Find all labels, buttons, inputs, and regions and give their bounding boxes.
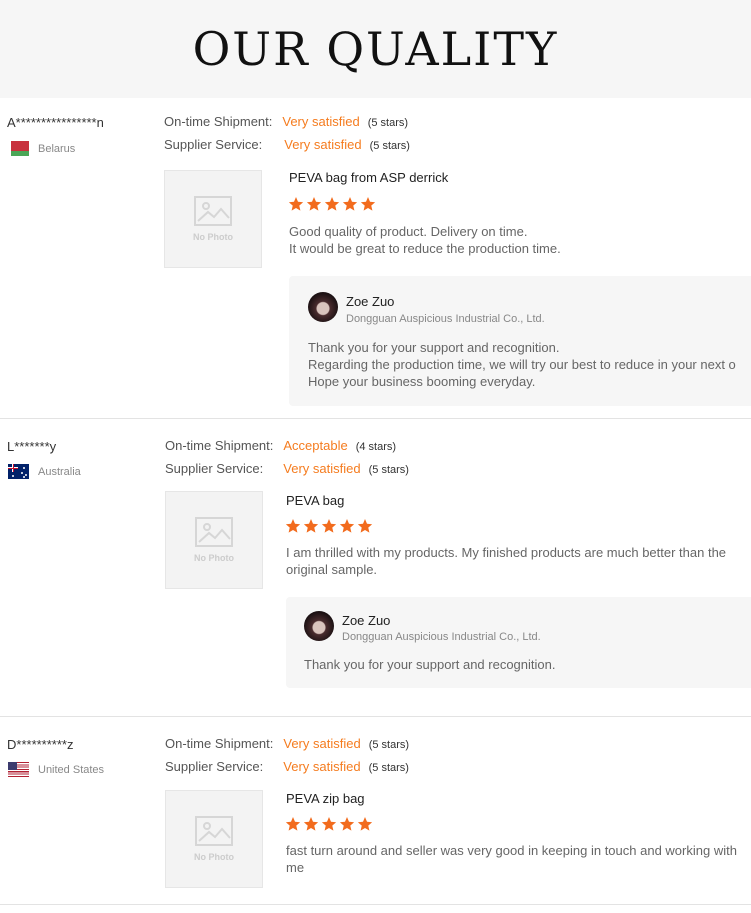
australia-flag-icon: [8, 464, 29, 479]
buyer-country: Australia: [8, 464, 81, 479]
star-icon: [321, 519, 337, 533]
supplier-service-rating: Supplier Service: Very satisfied (5 star…: [165, 759, 409, 774]
country-name: United States: [38, 763, 105, 776]
rating-value: Acceptable: [283, 438, 348, 453]
on-time-shipment-rating: On-time Shipment: Very satisfied (5 star…: [164, 114, 408, 129]
rating-star-count: (5 stars): [368, 739, 410, 751]
rating-label: Supplier Service:: [164, 137, 263, 152]
product-photo-placeholder[interactable]: No Photo: [165, 491, 263, 589]
rating-label: Supplier Service:: [165, 759, 264, 774]
rating-label: On-time Shipment:: [164, 114, 273, 129]
comment-line: It would be great to reduce the producti…: [289, 241, 561, 256]
product-name: PEVA zip bag: [286, 791, 365, 806]
rating-label: On-time Shipment:: [165, 438, 274, 453]
buyer-name: L*******y: [7, 439, 57, 454]
star-icon: [303, 519, 319, 533]
buyer-country: Belarus: [8, 141, 75, 156]
reply-line: Thank you for your support and recogniti…: [308, 340, 560, 355]
country-name: Belarus: [38, 142, 76, 155]
star-icon: [357, 817, 373, 831]
divider: [0, 904, 751, 905]
divider: [0, 418, 751, 419]
star-icon: [288, 197, 304, 211]
rating-star-count: (5 stars): [368, 762, 409, 774]
no-photo-label: No Photo: [194, 852, 234, 862]
reply-author-name: Zoe Zuo: [342, 613, 391, 628]
rating-label: On-time Shipment:: [165, 736, 274, 751]
comment-line: fast turn around and seller was very goo…: [286, 843, 737, 858]
rating-value: Very satisfied: [283, 759, 361, 774]
star-icon: [303, 817, 319, 831]
star-icon: [321, 817, 337, 831]
product-photo-placeholder[interactable]: No Photo: [164, 170, 262, 268]
review-comment: I am thrilled with my products. My finis…: [286, 544, 726, 578]
header-banner: OUR QUALITY: [0, 0, 751, 98]
rating-star-count: (5 stars): [368, 464, 409, 476]
seller-reply: Zoe Zuo Dongguan Auspicious Industrial C…: [289, 276, 751, 406]
rating-value: Very satisfied: [284, 137, 362, 152]
product-photo-placeholder[interactable]: No Photo: [165, 790, 263, 888]
rating-star-count: (5 stars): [367, 117, 409, 129]
avatar: [308, 292, 338, 322]
star-icon: [339, 817, 355, 831]
star-icon: [306, 197, 322, 211]
image-placeholder-icon: [195, 816, 233, 846]
rating-value: Very satisfied: [282, 114, 360, 129]
star-rating: [288, 196, 376, 212]
star-rating: [285, 518, 373, 534]
no-photo-label: No Photo: [194, 553, 234, 563]
reply-author-name: Zoe Zuo: [346, 294, 395, 309]
comment-line: me: [286, 860, 305, 875]
buyer-name: D**********z: [7, 737, 74, 752]
star-icon: [339, 519, 355, 533]
comment-line: Good quality of product. Delivery on tim…: [289, 224, 528, 239]
star-icon: [342, 197, 358, 211]
rating-value: Very satisfied: [283, 736, 361, 751]
reply-line: Hope your business booming everyday.: [308, 374, 536, 389]
rating-label: Supplier Service:: [165, 461, 264, 476]
product-name: PEVA bag: [286, 493, 345, 508]
buyer-country: United States: [8, 762, 104, 777]
seller-reply: Zoe Zuo Dongguan Auspicious Industrial C…: [286, 597, 751, 688]
star-icon: [285, 817, 301, 831]
rating-star-count: (4 stars): [355, 441, 397, 453]
united-states-flag-icon: [8, 762, 29, 777]
review-comment: fast turn around and seller was very goo…: [286, 842, 737, 876]
star-icon: [324, 197, 340, 211]
reply-text: Thank you for your support and recogniti…: [308, 339, 736, 390]
star-rating: [285, 816, 373, 832]
divider: [0, 716, 751, 717]
image-placeholder-icon: [195, 517, 233, 547]
reply-company-name: Dongguan Auspicious Industrial Co., Ltd.: [342, 631, 541, 643]
on-time-shipment-rating: On-time Shipment: Acceptable (4 stars): [165, 438, 396, 453]
reply-text: Thank you for your support and recogniti…: [304, 656, 555, 673]
product-name: PEVA bag from ASP derrick: [289, 170, 449, 185]
image-placeholder-icon: [194, 196, 232, 226]
reply-company-name: Dongguan Auspicious Industrial Co., Ltd.: [346, 313, 545, 325]
no-photo-label: No Photo: [193, 232, 233, 242]
star-icon: [285, 519, 301, 533]
rating-value: Very satisfied: [283, 461, 361, 476]
country-name: Australia: [38, 465, 81, 478]
supplier-service-rating: Supplier Service: Very satisfied (5 star…: [165, 461, 409, 476]
page-title: OUR QUALITY: [192, 22, 559, 76]
avatar: [304, 611, 334, 641]
rating-star-count: (5 stars): [369, 140, 410, 152]
star-icon: [357, 519, 373, 533]
star-icon: [360, 197, 376, 211]
buyer-name: A****************n: [7, 115, 104, 130]
comment-line: I am thrilled with my products. My finis…: [286, 545, 727, 560]
belarus-flag-icon: [8, 141, 29, 156]
supplier-service-rating: Supplier Service: Very satisfied (5 star…: [164, 137, 410, 152]
reply-line: Regarding the production time, we will t…: [308, 357, 736, 372]
reply-line: Thank you for your support and recogniti…: [304, 657, 556, 672]
comment-line: original sample.: [286, 562, 378, 577]
on-time-shipment-rating: On-time Shipment: Very satisfied (5 star…: [165, 736, 409, 751]
review-comment: Good quality of product. Delivery on tim…: [289, 223, 561, 257]
